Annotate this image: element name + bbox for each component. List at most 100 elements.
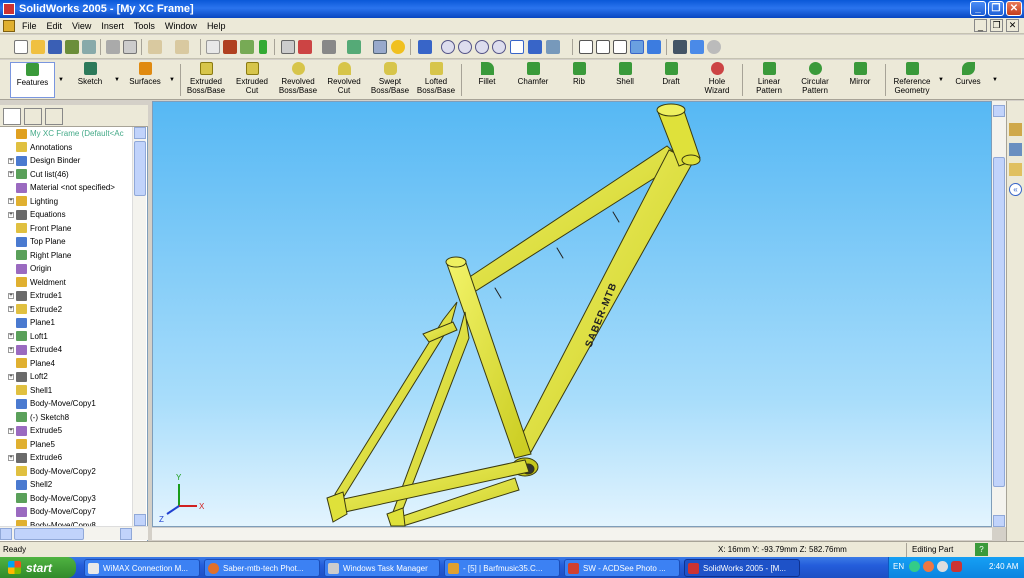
help-icon[interactable] [391,40,405,54]
shaded-icon[interactable] [647,40,661,54]
swept-boss-base-button[interactable]: Swept Boss/Base [367,62,413,98]
tree-item[interactable]: Annotations [0,141,132,155]
select-icon[interactable] [206,40,220,54]
tree-item[interactable]: Plane4 [0,357,132,371]
reference-geometry-button[interactable]: Reference Geometry [888,62,936,98]
task-task-manager[interactable]: Windows Task Manager [324,559,440,577]
make-assembly-icon[interactable] [82,40,96,54]
save-icon[interactable] [48,40,62,54]
task-acdsee[interactable]: SW - ACDSee Photo ... [564,559,680,577]
solidworks-app-icon[interactable] [3,3,15,15]
menu-file[interactable]: File [17,21,42,31]
folder-icon[interactable] [1009,163,1022,176]
zoom-selection-icon[interactable] [492,40,506,54]
expand-icon[interactable]: + [8,211,14,218]
antivirus-icon[interactable] [923,561,934,572]
tree-item[interactable]: (-) Sketch8 [0,411,132,425]
volume-icon[interactable] [937,561,948,572]
rib-button[interactable]: Rib [563,62,595,98]
draft-button[interactable]: Draft [655,62,687,98]
task-saber-photo[interactable]: Saber-mtb-tech Phot... [204,559,320,577]
tree-item[interactable]: + Lighting [0,195,132,209]
library-icon[interactable] [1009,143,1022,156]
task-wimax[interactable]: WiMAX Connection M... [84,559,200,577]
rotate-view-icon[interactable] [510,40,524,54]
menu-help[interactable]: Help [202,21,231,31]
tree-item[interactable]: Shell2 [0,478,132,492]
expand-icon[interactable]: + [8,171,14,178]
print-icon[interactable] [106,40,120,54]
tree-item[interactable]: + Extrude5 [0,424,132,438]
tree-item[interactable]: + Extrude6 [0,451,132,465]
surfaces-tab-button[interactable]: Surfaces [125,62,165,98]
tree-item[interactable]: + Design Binder [0,154,132,168]
expand-icon[interactable]: + [8,346,14,353]
tree-item[interactable]: Front Plane [0,222,132,236]
expand-icon[interactable]: + [8,333,14,340]
lofted-boss-base-button[interactable]: Lofted Boss/Base [414,62,458,98]
zoom-area-icon[interactable] [458,40,472,54]
feature-tree-scrollbar[interactable] [132,127,146,526]
linear-pattern-button[interactable]: Linear Pattern [748,62,790,98]
menu-window[interactable]: Window [160,21,202,31]
help-status-icon[interactable]: ? [975,543,988,556]
mirror-button[interactable]: Mirror [842,62,878,98]
sketch-icon[interactable] [240,40,254,54]
open-icon[interactable] [31,40,45,54]
configuration-manager-tab[interactable] [45,108,63,125]
tree-item[interactable]: Plane1 [0,316,132,330]
shell-button[interactable]: Shell [609,62,641,98]
expand-icon[interactable]: + [8,454,14,461]
wireframe-icon[interactable] [579,40,593,54]
tree-item[interactable]: Body-Move/Copy2 [0,465,132,479]
color-icon[interactable] [322,40,336,54]
section-view-icon[interactable] [673,40,687,54]
tree-item[interactable]: Origin [0,262,132,276]
viewport-hscrollbar[interactable] [152,527,992,540]
tree-item[interactable]: Material <not specified> [0,181,132,195]
tree-item[interactable]: Shell1 [0,384,132,398]
tree-item[interactable]: Right Plane [0,249,132,263]
document-icon[interactable] [3,19,15,32]
collapse-icon[interactable]: « [1009,183,1022,196]
tree-item[interactable]: Top Plane [0,235,132,249]
menu-tools[interactable]: Tools [129,21,160,31]
expand-icon[interactable]: + [8,373,14,380]
hole-wizard-button[interactable]: Hole Wizard [698,62,736,98]
doc-close-button[interactable]: ✕ [1006,19,1019,32]
tree-item[interactable]: + Extrude4 [0,343,132,357]
viewport-vscrollbar[interactable] [992,101,1006,527]
doc-restore-button[interactable]: ❐ [990,19,1003,32]
tree-item[interactable]: + Loft1 [0,330,132,344]
curves-button[interactable]: Curves [950,62,986,98]
redo-icon[interactable] [175,40,189,54]
tree-item[interactable]: + Extrude2 [0,303,132,317]
security-icon[interactable] [951,561,962,572]
tree-item[interactable]: Weldment [0,276,132,290]
new-icon[interactable] [14,40,28,54]
extruded-cut-button[interactable]: Extruded Cut [231,62,273,98]
hidden-lines-visible-icon[interactable] [596,40,610,54]
expand-icon[interactable]: + [8,198,14,205]
home-icon[interactable] [1009,123,1022,136]
feature-tree-hscrollbar[interactable] [0,526,148,540]
start-button[interactable]: start [0,557,76,578]
pan-icon[interactable] [528,40,542,54]
tree-item[interactable]: + Equations [0,208,132,222]
grid-icon[interactable] [281,40,295,54]
perspective-icon[interactable] [690,40,704,54]
property-manager-tab[interactable] [24,108,42,125]
close-button[interactable]: ✕ [1006,1,1022,16]
revolved-cut-button[interactable]: Revolved Cut [323,62,365,98]
sketch-tab-button[interactable]: Sketch [71,62,109,98]
circular-pattern-button[interactable]: Circular Pattern [794,62,836,98]
chamfer-button[interactable]: Chamfer [511,62,555,98]
tree-root[interactable]: My XC Frame (Default<Ac [0,127,132,141]
task-barfmusic[interactable]: - [5] | Barfmusic35.C... [444,559,560,577]
menu-view[interactable]: View [67,21,96,31]
fillet-button[interactable]: Fillet [466,62,508,98]
options-icon[interactable] [298,40,312,54]
tree-item[interactable]: Body-Move/Copy7 [0,505,132,519]
rebuild-icon[interactable] [223,40,237,54]
expand-icon[interactable]: + [8,157,14,164]
